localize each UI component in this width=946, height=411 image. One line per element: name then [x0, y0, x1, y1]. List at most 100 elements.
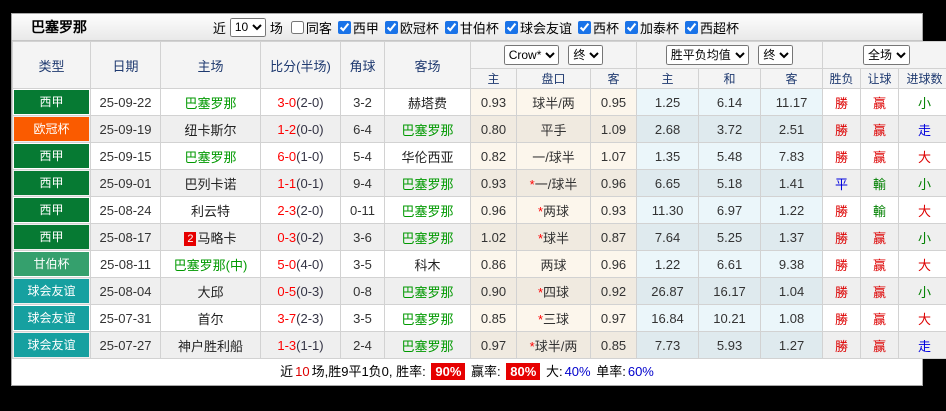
halftime-score: (2-0)	[296, 95, 323, 110]
league-checkbox[interactable]	[685, 21, 698, 34]
table-row: 西甲 25-08-24 利云特 2-3(2-0) 0-11 巴塞罗那 0.96 …	[13, 197, 946, 224]
result-handicap: 輸	[861, 170, 899, 197]
halftime-score: (1-1)	[296, 338, 323, 353]
home-team: 巴塞罗那	[161, 143, 261, 170]
match-date: 25-08-04	[91, 278, 161, 305]
league-checkbox[interactable]	[625, 21, 638, 34]
avg-home-value: 26.87	[637, 278, 699, 305]
avg-home-value: 16.84	[637, 305, 699, 332]
result-goals: 大	[899, 305, 946, 332]
avg-away-value: 7.83	[761, 143, 823, 170]
league-type-cell: 西甲	[13, 89, 91, 116]
avg-draw-value: 5.93	[699, 332, 761, 359]
odds-away-value: 0.96	[591, 251, 637, 278]
result-goals: 大	[899, 143, 946, 170]
avg-draw-value: 5.18	[699, 170, 761, 197]
match-date: 25-08-11	[91, 251, 161, 278]
summary-text: 近	[280, 364, 293, 379]
avg-select-group: 胜平负均值 终	[637, 42, 823, 69]
odd-rate-value: 60%	[628, 364, 654, 379]
league-checkbox[interactable]	[578, 21, 591, 34]
home-team: 2马略卡	[161, 224, 261, 251]
odds-home-value: 0.93	[471, 89, 517, 116]
league-filter-option: 加泰杯	[619, 18, 679, 37]
avg-draw-value: 6.97	[699, 197, 761, 224]
away-team: 赫塔费	[385, 89, 471, 116]
away-team: 巴塞罗那	[385, 170, 471, 197]
league-filter-option: 西超杯	[679, 18, 739, 37]
away-team: 巴塞罗那	[385, 116, 471, 143]
match-score: 6-0(1-0)	[261, 143, 341, 170]
odds-select-group: Crow* 终	[471, 42, 637, 69]
big-rate-value: 40%	[565, 364, 591, 379]
summary-record: 场,胜9平1负0, 胜率:	[312, 364, 426, 379]
match-date: 25-09-01	[91, 170, 161, 197]
handicap-rate-badge: 80%	[506, 363, 540, 380]
avg-stage-select[interactable]: 终	[758, 45, 793, 65]
league-filter-option: 甘伯杯	[439, 18, 499, 37]
avg-away-value: 1.41	[761, 170, 823, 197]
odds-company-select[interactable]: Crow*	[504, 45, 559, 65]
scope-select-group: 全场	[823, 42, 946, 69]
result-winloss: 勝	[823, 278, 861, 305]
league-filter-option: 欧冠杯	[379, 18, 439, 37]
avg-draw-value: 5.48	[699, 143, 761, 170]
fulltime-score: 3-0	[277, 95, 296, 110]
league-badge: 西甲	[14, 225, 89, 249]
table-row: 欧冠杯 25-09-19 纽卡斯尔 1-2(0-0) 6-4 巴塞罗那 0.80…	[13, 116, 946, 143]
odd-rate-label: 单率:	[596, 364, 626, 379]
fulltime-score: 0-5	[277, 284, 296, 299]
result-winloss: 勝	[823, 305, 861, 332]
corner-score: 3-5	[341, 251, 385, 278]
avg-home-value: 7.64	[637, 224, 699, 251]
col-header-away: 客场	[385, 42, 471, 89]
league-checkbox[interactable]	[338, 21, 351, 34]
table-row: 西甲 25-09-22 巴塞罗那 3-0(2-0) 3-2 赫塔费 0.93 *…	[13, 89, 946, 116]
col-header-date: 日期	[91, 42, 161, 89]
match-count-select[interactable]: 10	[230, 18, 266, 37]
odds-away-value: 1.09	[591, 116, 637, 143]
result-goals: 大	[899, 251, 946, 278]
col-header-corner: 角球	[341, 42, 385, 89]
avg-away-value: 1.08	[761, 305, 823, 332]
table-row: 甘伯杯 25-08-11 巴塞罗那(中) 5-0(4-0) 3-5 科木 0.8…	[13, 251, 946, 278]
league-filter-option: 西甲	[332, 18, 379, 37]
league-checkbox[interactable]	[445, 21, 458, 34]
result-winloss: 勝	[823, 332, 861, 359]
handicap-value: *球半/两	[517, 332, 591, 359]
avg-type-select[interactable]: 胜平负均值	[666, 45, 749, 65]
handicap-value: *平手	[517, 116, 591, 143]
avg-home-value: 11.30	[637, 197, 699, 224]
league-type-cell: 西甲	[13, 197, 91, 224]
corner-score: 3-5	[341, 305, 385, 332]
league-type-cell: 西甲	[13, 224, 91, 251]
halftime-score: (2-0)	[296, 203, 323, 218]
league-type-cell: 西甲	[13, 143, 91, 170]
match-score: 0-5(0-3)	[261, 278, 341, 305]
halftime-score: (0-2)	[296, 230, 323, 245]
league-filter-option: 球会友谊	[499, 18, 572, 37]
result-handicap: 赢	[861, 116, 899, 143]
match-date: 25-09-15	[91, 143, 161, 170]
home-team: 纽卡斯尔	[161, 116, 261, 143]
league-label: 西甲	[353, 18, 379, 37]
result-goals: 大	[899, 197, 946, 224]
col-header-home: 主场	[161, 42, 261, 89]
odds-away-value: 0.92	[591, 278, 637, 305]
team-title: 巴塞罗那	[31, 17, 87, 37]
league-badge: 甘伯杯	[14, 252, 89, 276]
home-team: 巴塞罗那(中)	[161, 251, 261, 278]
league-checkbox[interactable]	[505, 21, 518, 34]
league-checkbox[interactable]	[385, 21, 398, 34]
home-team: 首尔	[161, 305, 261, 332]
same-away-checkbox[interactable]	[291, 21, 304, 34]
away-team: 巴塞罗那	[385, 197, 471, 224]
match-date: 25-09-22	[91, 89, 161, 116]
matches-table: 类型 日期 主场 比分(半场) 角球 客场 Crow* 终 胜平负均值 终 全场	[12, 41, 946, 359]
odds-stage-select[interactable]: 终	[568, 45, 603, 65]
league-filter-group: 西甲 欧冠杯 甘伯杯 球会友谊 西杯 加泰杯 西超杯	[332, 18, 739, 37]
league-label: 球会友谊	[520, 18, 572, 37]
scope-select[interactable]: 全场	[863, 45, 910, 65]
col-header-type: 类型	[13, 42, 91, 89]
odds-away-value: 0.85	[591, 332, 637, 359]
